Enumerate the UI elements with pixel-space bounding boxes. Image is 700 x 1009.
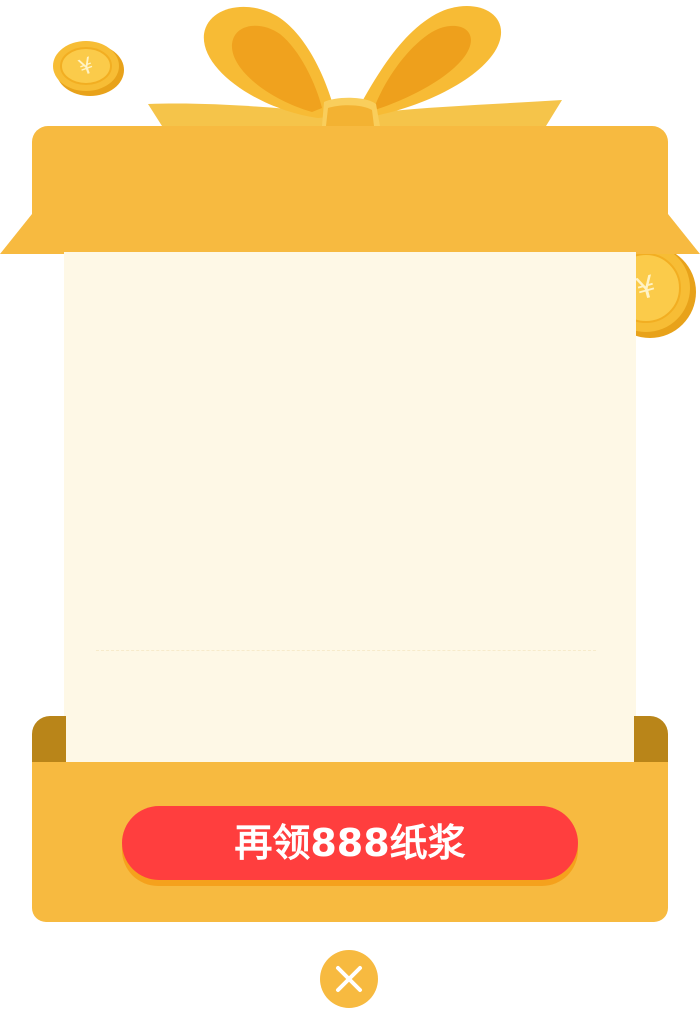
- ribbon-bow-icon: [148, 6, 562, 126]
- yuan-coin-icon: ¥: [53, 41, 124, 96]
- gift-box-fold-left: [32, 716, 66, 764]
- close-button[interactable]: [320, 950, 378, 1008]
- divider: [96, 650, 596, 651]
- reward-card: [64, 252, 636, 764]
- gift-popup: ¥ ¥ 再领888纸浆: [0, 0, 700, 1009]
- gift-box-fold-right: [634, 716, 668, 764]
- close-icon: [336, 966, 362, 992]
- claim-again-button[interactable]: 再领888纸浆: [122, 806, 578, 880]
- gift-box-lid: [32, 126, 668, 224]
- gift-box-lid-flare: [0, 214, 700, 254]
